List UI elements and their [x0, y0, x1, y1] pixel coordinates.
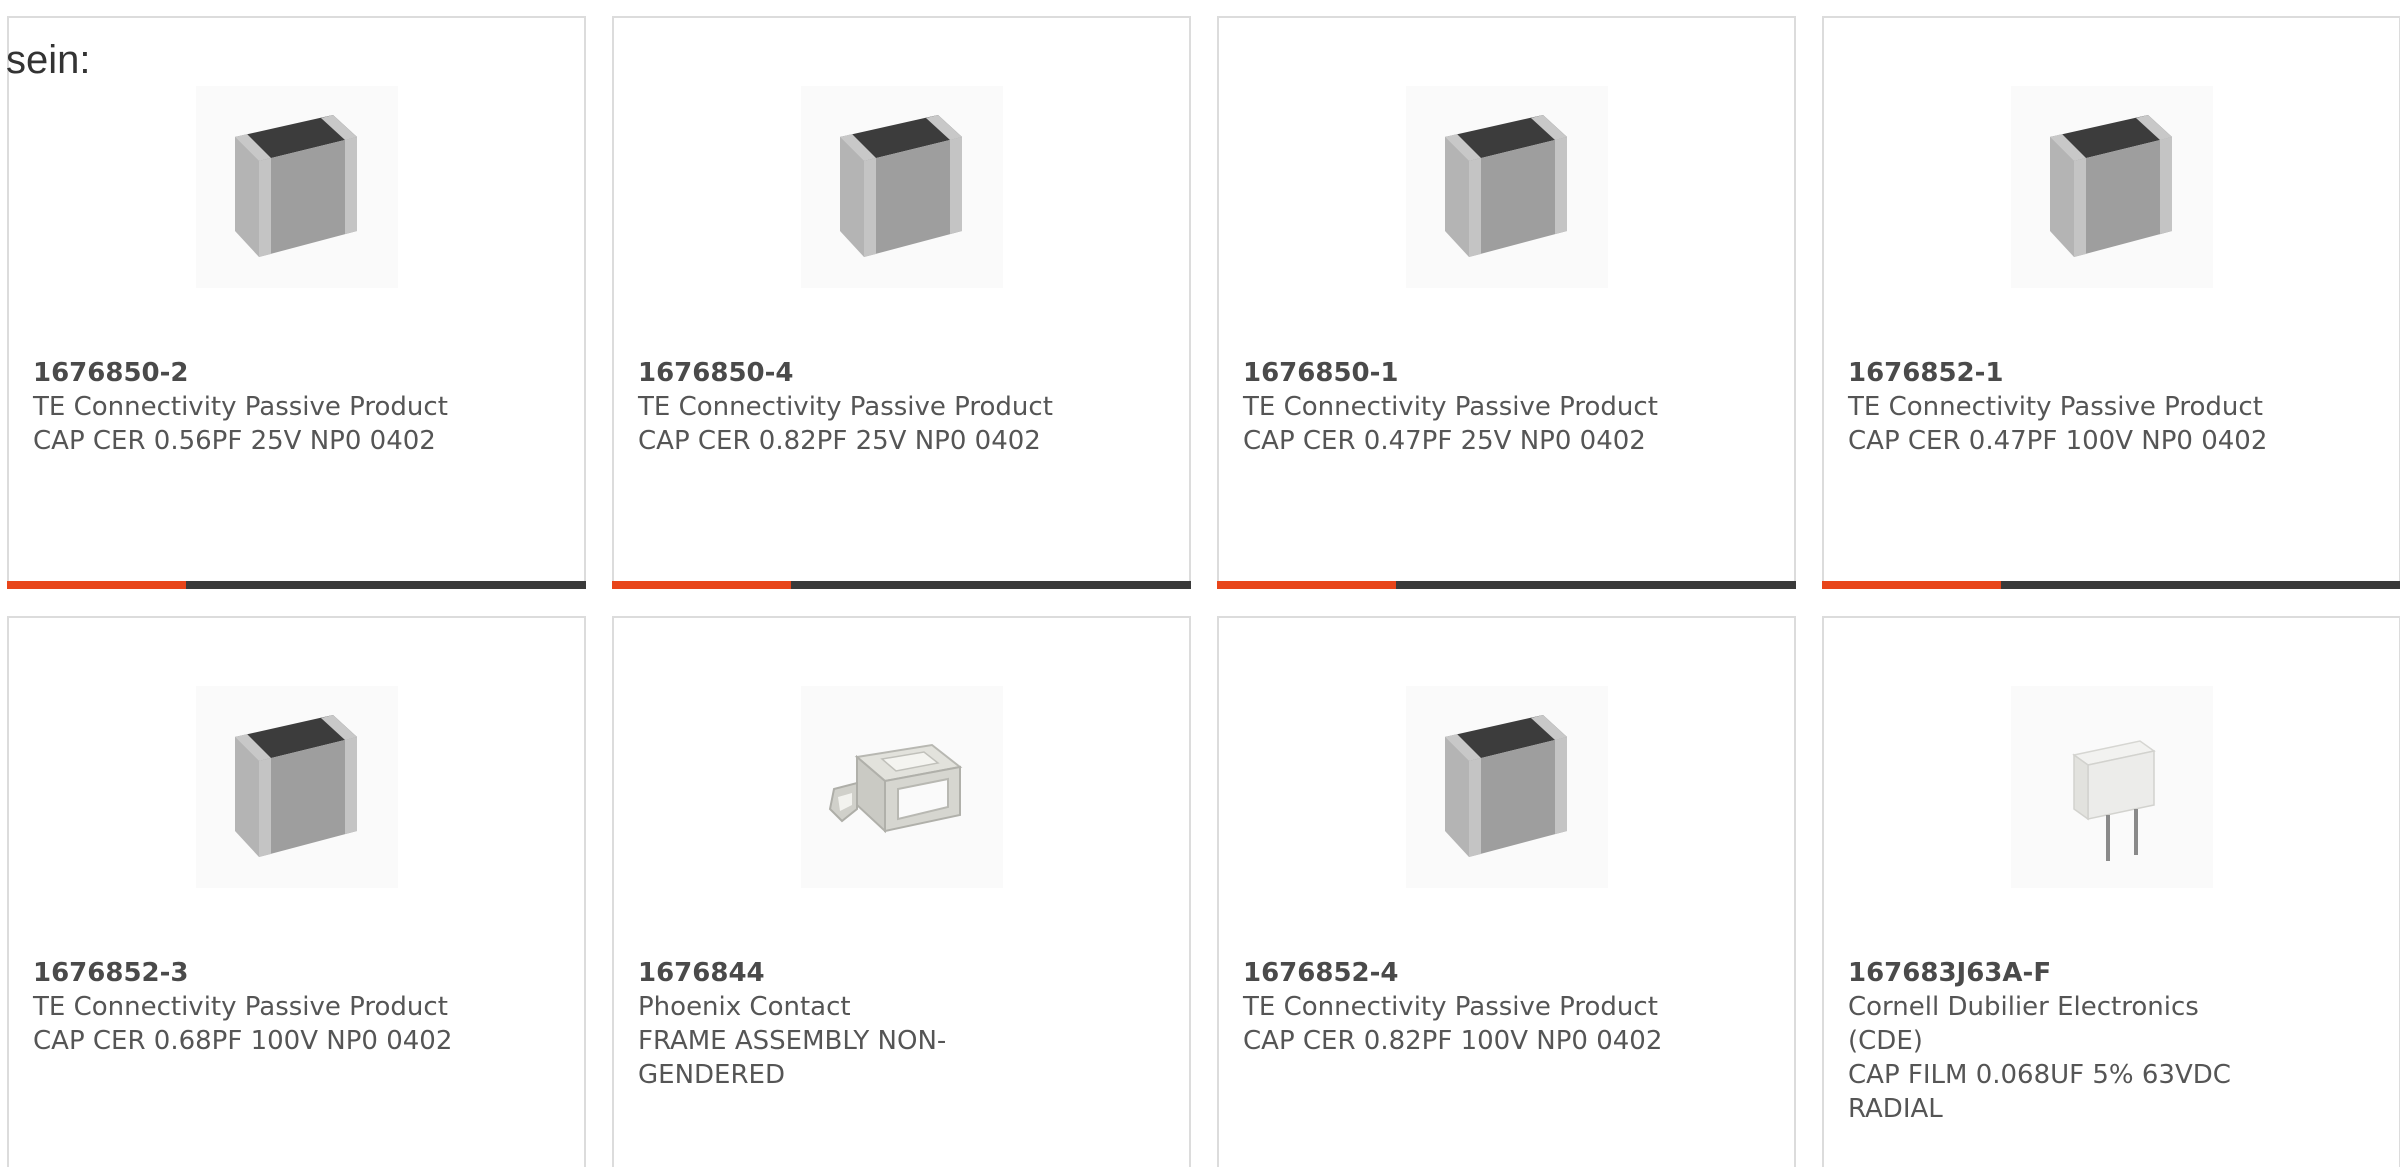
product-image[interactable] [1406, 686, 1608, 888]
product-card[interactable]: 1676850-2 TE Connectivity Passive Produc… [7, 16, 586, 589]
film-capacitor-icon [2072, 740, 2156, 861]
part-number-link[interactable]: 167683J63A-F [1848, 956, 2278, 990]
product-info: 1676844 Phoenix Contact FRAME ASSEMBLY N… [638, 956, 1068, 1092]
progress-bar [7, 581, 586, 589]
product-description: CAP CER 0.68PF 100V NP0 0402 [33, 1026, 453, 1056]
part-number-link[interactable]: 1676852-1 [1848, 356, 2278, 390]
product-card[interactable]: 1676852-3 TE Connectivity Passive Produc… [7, 616, 586, 1167]
part-number-link[interactable]: 1676852-4 [1243, 956, 1673, 990]
progress-fill [1217, 581, 1397, 589]
product-card[interactable]: 1676852-4 TE Connectivity Passive Produc… [1217, 616, 1796, 1167]
product-image[interactable] [196, 86, 398, 288]
manufacturer-name: TE Connectivity Passive Product [1243, 992, 1658, 1022]
manufacturer-name: TE Connectivity Passive Product [1243, 392, 1658, 422]
part-number-link[interactable]: 1676850-4 [638, 356, 1068, 390]
product-description: CAP FILM 0.068UF 5% 63VDC RADIAL [1848, 1060, 2231, 1124]
product-description: CAP CER 0.56PF 25V NP0 0402 [33, 426, 436, 456]
progress-fill [1822, 581, 2002, 589]
product-info: 1676850-2 TE Connectivity Passive Produc… [33, 356, 463, 458]
product-grid: 1676850-2 TE Connectivity Passive Produc… [7, 16, 2400, 1167]
product-description: FRAME ASSEMBLY NON-GENDERED [638, 1026, 947, 1090]
intro-text: sein: [6, 38, 91, 82]
part-number-link[interactable]: 1676844 [638, 956, 1068, 990]
product-image[interactable] [801, 686, 1003, 888]
product-card[interactable]: 167683J63A-F Cornell Dubilier Electronic… [1822, 616, 2400, 1167]
chip-capacitor-icon [840, 115, 962, 257]
product-info: 1676852-1 TE Connectivity Passive Produc… [1848, 356, 2278, 458]
product-info: 1676852-4 TE Connectivity Passive Produc… [1243, 956, 1673, 1058]
chip-capacitor-icon [235, 115, 357, 257]
manufacturer-name: Cornell Dubilier Electronics (CDE) [1848, 992, 2199, 1056]
part-number-link[interactable]: 1676850-2 [33, 356, 463, 390]
chip-capacitor-icon [1445, 115, 1567, 257]
product-info: 1676850-4 TE Connectivity Passive Produc… [638, 356, 1068, 458]
product-description: CAP CER 0.82PF 25V NP0 0402 [638, 426, 1041, 456]
product-card[interactable]: 1676852-1 TE Connectivity Passive Produc… [1822, 16, 2400, 589]
product-image[interactable] [196, 686, 398, 888]
part-number-link[interactable]: 1676852-3 [33, 956, 463, 990]
manufacturer-name: TE Connectivity Passive Product [33, 392, 448, 422]
product-listing-page: sein: 1676850-2 TE Connectivity Passive … [0, 0, 2400, 1167]
product-card[interactable]: 1676844 Phoenix Contact FRAME ASSEMBLY N… [612, 616, 1191, 1167]
product-info: 1676850-1 TE Connectivity Passive Produc… [1243, 356, 1673, 458]
progress-bar [612, 581, 1191, 589]
part-number-link[interactable]: 1676850-1 [1243, 356, 1673, 390]
product-info: 1676852-3 TE Connectivity Passive Produc… [33, 956, 463, 1058]
product-image[interactable] [2011, 86, 2213, 288]
product-description: CAP CER 0.47PF 100V NP0 0402 [1848, 426, 2268, 456]
manufacturer-name: TE Connectivity Passive Product [33, 992, 448, 1022]
product-info: 167683J63A-F Cornell Dubilier Electronic… [1848, 956, 2278, 1126]
chip-capacitor-icon [1445, 715, 1567, 857]
progress-bar [1217, 581, 1796, 589]
product-image[interactable] [1406, 86, 1608, 288]
manufacturer-name: TE Connectivity Passive Product [1848, 392, 2263, 422]
chip-capacitor-icon [235, 715, 357, 857]
product-description: CAP CER 0.47PF 25V NP0 0402 [1243, 426, 1646, 456]
chip-capacitor-icon [2050, 115, 2172, 257]
progress-fill [7, 581, 187, 589]
product-card[interactable]: 1676850-4 TE Connectivity Passive Produc… [612, 16, 1191, 589]
progress-bar [1822, 581, 2400, 589]
product-card[interactable]: 1676850-1 TE Connectivity Passive Produc… [1217, 16, 1796, 589]
product-image[interactable] [2011, 686, 2213, 888]
product-description: CAP CER 0.82PF 100V NP0 0402 [1243, 1026, 1663, 1056]
frame-assembly-icon [828, 743, 963, 834]
product-image[interactable] [801, 86, 1003, 288]
manufacturer-name: TE Connectivity Passive Product [638, 392, 1053, 422]
manufacturer-name: Phoenix Contact [638, 992, 851, 1022]
progress-fill [612, 581, 792, 589]
